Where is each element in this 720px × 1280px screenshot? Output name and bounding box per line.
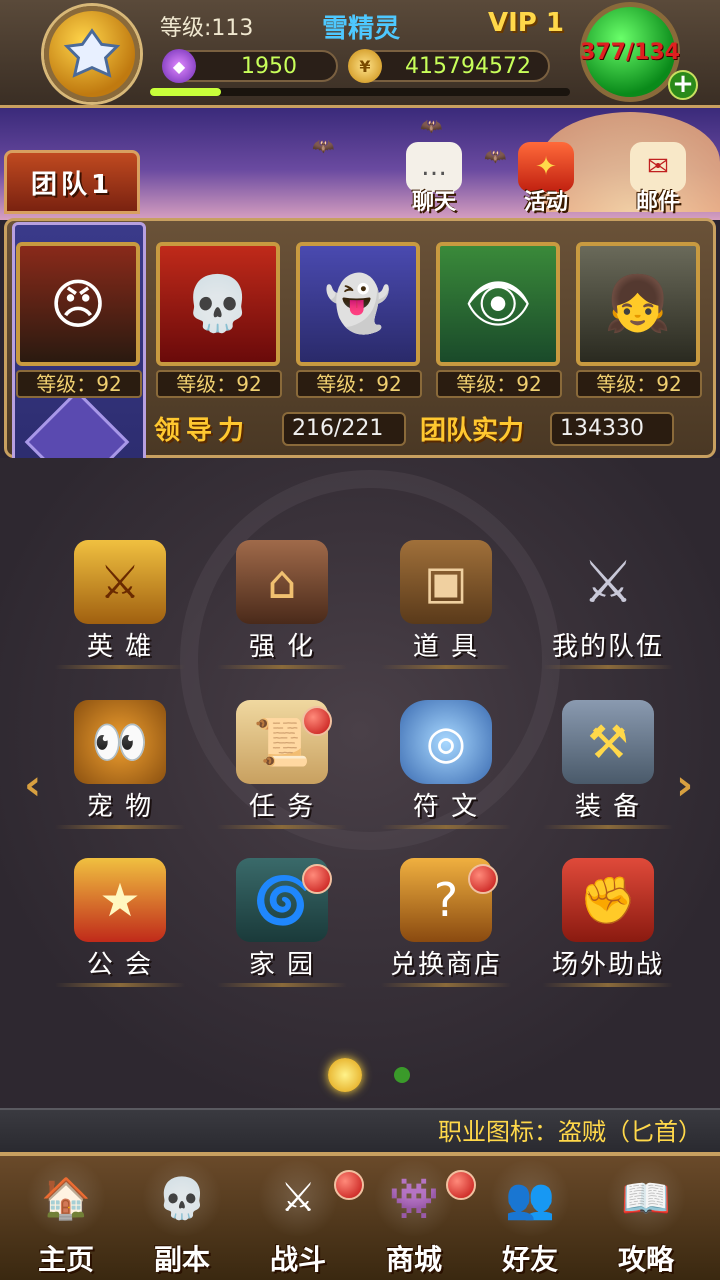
nav-label: 副本	[153, 1243, 210, 1276]
menu-label: 兑换商店	[389, 950, 502, 980]
menu-my-team[interactable]: ⚔ 我的队伍	[538, 540, 678, 670]
exp-bar	[150, 88, 570, 96]
leadership-label: 领导力	[154, 416, 251, 446]
nav-home[interactable]: 🏠 主页	[8, 1160, 124, 1278]
nav-label: 主页	[37, 1243, 94, 1276]
quest-notification-dot	[302, 706, 332, 736]
gold-counter[interactable]: ¥ 415794572	[348, 49, 550, 83]
player-avatar[interactable]	[44, 6, 140, 102]
menu-label: 装 备	[574, 792, 642, 822]
home-notification-dot	[302, 864, 332, 894]
menu-label: 我的队伍	[551, 632, 664, 662]
mail-label: 邮件	[635, 190, 680, 215]
activity-label: 活动	[523, 190, 568, 215]
nav-label: 商城	[385, 1243, 442, 1276]
nav-friends[interactable]: 👥 好友	[472, 1160, 588, 1278]
hero-slot-3[interactable]: 👻 等级：92	[296, 242, 422, 402]
guild-shield-icon: ★	[74, 858, 166, 942]
rank-emblem-icon	[63, 28, 121, 78]
hero-slot-1[interactable]: 😠 等级：92	[16, 242, 142, 402]
friends-icon: 👥	[488, 1160, 572, 1236]
mummy-portrait: 💀	[156, 242, 280, 366]
menu-label: 任 务	[248, 792, 316, 822]
hero-level: 等级：92	[576, 370, 702, 398]
chat-label: 聊天	[411, 190, 456, 215]
menu-heroes[interactable]: ⚔ 英 雄	[50, 540, 190, 670]
hero-level: 等级：92	[156, 370, 282, 398]
page-indicator[interactable]	[394, 1067, 410, 1083]
hero-level: 等级：92	[296, 370, 422, 398]
team-power-label: 团队实力	[420, 416, 525, 446]
girl-portrait: 👧	[576, 242, 700, 366]
menu-label: 符 文	[412, 792, 480, 822]
menu-external-assist[interactable]: ✊ 场外助战	[538, 858, 678, 988]
menu-items[interactable]: ▣ 道 具	[376, 540, 516, 670]
menu-equipment[interactable]: ⚒ 装 备	[538, 700, 678, 830]
exp-bar-fill	[150, 88, 222, 96]
menu-enhance[interactable]: ⌂ 强 化	[212, 540, 352, 670]
rune-icon: ◎	[400, 700, 492, 784]
ghost-elf-portrait: 👻	[296, 242, 420, 366]
bat-icon: 🦇	[420, 116, 443, 137]
guide-book-icon: 📖	[604, 1160, 688, 1236]
green-sorceress-portrait: 👁	[436, 242, 560, 366]
prev-page-arrow[interactable]: ‹	[24, 760, 41, 809]
fist-banner-icon: ✊	[562, 858, 654, 942]
menu-label: 道 具	[412, 632, 480, 662]
monster-shop-icon: 👾	[372, 1160, 456, 1236]
add-energy-button[interactable]: +	[668, 70, 698, 100]
team-power-value: 134330	[550, 412, 674, 446]
menu-label: 宠 物	[86, 792, 154, 822]
skull-orb-icon: 💀	[140, 1160, 224, 1236]
menu-label: 公 会	[86, 950, 154, 980]
leadership-value: 216/221	[282, 412, 406, 446]
hint-text: 职业图标：盗贼（匕首）	[438, 1118, 702, 1146]
gem-icon: ◆	[162, 49, 196, 83]
hero-card-icon: ⚔	[74, 540, 166, 624]
axe-sword-icon: ⚔	[256, 1160, 340, 1236]
energy-orb[interactable]: 377/134	[580, 2, 680, 102]
menu-label: 英 雄	[86, 632, 154, 662]
player-level: 等级:113	[160, 16, 254, 41]
player-name: 雪精灵	[322, 14, 401, 44]
hero-level: 等级：92	[16, 370, 142, 398]
nav-label: 攻略	[617, 1243, 674, 1276]
menu-pets[interactable]: 👀 宠 物	[50, 700, 190, 830]
crossed-swords-icon: ⚔	[582, 548, 634, 616]
gem-counter[interactable]: ◆ 1950	[162, 49, 338, 83]
forge-icon: ⌂	[236, 540, 328, 624]
nav-label: 好友	[501, 1243, 558, 1276]
armored-warrior-portrait: 😠	[16, 242, 140, 366]
gem-value: 1950	[241, 53, 297, 79]
pet-icon: 👀	[74, 700, 166, 784]
next-page-arrow[interactable]: ›	[676, 760, 693, 809]
hero-slot-2[interactable]: 💀 等级：92	[156, 242, 282, 402]
page-indicator-active	[328, 1058, 362, 1092]
bat-icon: 🦇	[312, 136, 335, 157]
hero-slot-4[interactable]: 👁 等级：92	[436, 242, 562, 402]
backpack-icon: ▣	[400, 540, 492, 624]
vip-badge[interactable]: VIP 1	[488, 8, 564, 38]
menu-guild[interactable]: ★ 公 会	[50, 858, 190, 988]
hero-level: 等级：92	[436, 370, 562, 398]
menu-label: 强 化	[248, 632, 316, 662]
energy-value: 377/134	[580, 39, 680, 65]
nav-guide[interactable]: 📖 攻略	[588, 1160, 704, 1278]
menu-label: 场外助战	[551, 950, 664, 980]
gold-coin-icon: ¥	[348, 49, 382, 83]
house-icon: 🏠	[24, 1160, 108, 1236]
anvil-icon: ⚒	[562, 700, 654, 784]
chat-button[interactable]: … 聊天	[392, 140, 476, 216]
hero-slot-5[interactable]: 👧 等级：92	[576, 242, 702, 402]
gold-value: 415794572	[405, 53, 531, 79]
shop-notification-dot	[468, 864, 498, 894]
mail-button[interactable]: ✉ 邮件	[616, 140, 700, 216]
nav-label: 战斗	[269, 1243, 326, 1276]
menu-label: 家 园	[248, 950, 316, 980]
team-tab[interactable]: 团队1	[4, 150, 140, 214]
menu-runes[interactable]: ◎ 符 文	[376, 700, 516, 830]
activity-button[interactable]: ✦ 活动	[504, 140, 588, 216]
nav-dungeon[interactable]: 💀 副本	[124, 1160, 240, 1278]
